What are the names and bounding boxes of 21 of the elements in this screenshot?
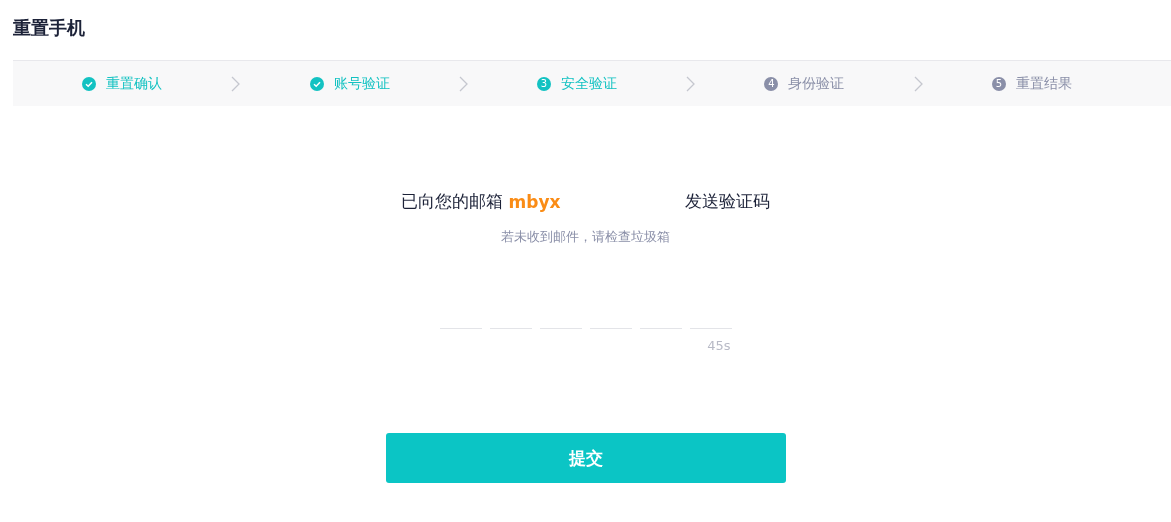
step-label: 身份验证: [788, 74, 845, 93]
chevron-icon: [231, 75, 241, 92]
email-text: mbyx: [508, 191, 561, 212]
submit-button[interactable]: 提交: [385, 433, 786, 483]
step-label: 重置确认: [106, 74, 163, 93]
chevron-icon: [458, 75, 468, 92]
step-label: 账号验证: [333, 74, 390, 93]
message-text: 已向您的邮箱: [400, 190, 503, 213]
step-number: 5: [991, 76, 1006, 91]
step-label: 重置结果: [1015, 74, 1072, 93]
message-text: 发送验证码: [685, 190, 771, 213]
step-number: 3: [537, 76, 551, 91]
hint-text: 若未收到邮件，请检查垃圾箱: [501, 229, 670, 246]
step-label: 安全验证: [561, 74, 617, 93]
check-circle-icon: [309, 76, 324, 91]
countdown-text: 45s: [707, 338, 731, 353]
chevron-icon: [686, 75, 696, 92]
check-circle-icon: [82, 76, 97, 91]
page-title: 重置手机: [13, 16, 86, 40]
step-number: 4: [764, 76, 779, 91]
chevron-icon: [913, 75, 923, 92]
